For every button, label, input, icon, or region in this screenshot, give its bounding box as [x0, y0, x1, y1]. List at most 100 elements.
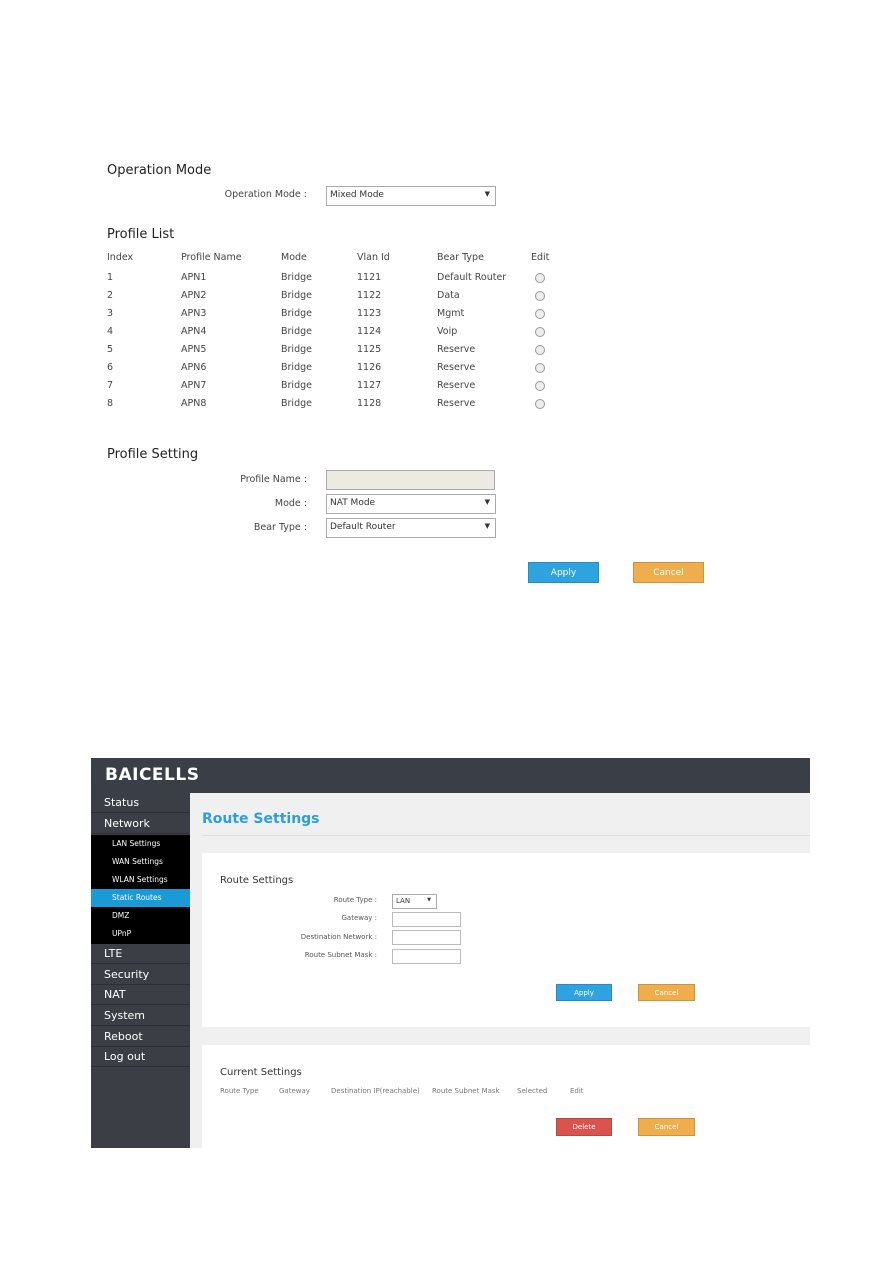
destination-network-input[interactable]	[392, 930, 461, 945]
sidebar: Status Network LTE Security NAT System Reboot L…	[91, 793, 190, 1148]
column-header: Profile Name	[181, 252, 242, 263]
profile-list-heading: Profile List	[107, 227, 175, 242]
route-type-select[interactable]: LAN ▼	[392, 894, 437, 909]
table-cell: Reserve	[437, 398, 476, 409]
sidebar-item-lte[interactable]: LTE	[91, 944, 190, 964]
table-cell: 1	[107, 272, 114, 283]
baicells-logo: BAICELLS	[105, 765, 200, 785]
edit-radio[interactable]	[535, 273, 545, 283]
divider	[202, 835, 810, 836]
column-header: Route Type	[220, 1087, 259, 1095]
table-cell: 1123	[357, 308, 382, 319]
table-cell: 1121	[357, 272, 382, 283]
table-cell: Reserve	[437, 344, 476, 355]
operation-mode-value: Mixed Mode	[330, 190, 384, 200]
current-cancel-button[interactable]: Cancel	[638, 1118, 695, 1136]
table-cell: Voip	[437, 326, 458, 337]
table-cell: APN8	[181, 398, 207, 409]
bear-type-label: Bear Type :	[253, 522, 307, 533]
caret-down-icon: ▼	[484, 190, 490, 198]
operation-mode-label: Operation Mode :	[224, 189, 307, 200]
table-cell: 6	[107, 362, 114, 373]
operation-mode-heading: Operation Mode	[107, 163, 212, 178]
mode-value: NAT Mode	[330, 498, 376, 508]
column-header: Destination IP(reachable)	[331, 1087, 420, 1095]
caret-down-icon: ▼	[484, 498, 490, 506]
column-header: Edit	[531, 252, 550, 263]
table-cell: APN7	[181, 380, 207, 391]
edit-radio[interactable]	[535, 399, 545, 409]
table-cell: Bridge	[281, 308, 312, 319]
table-cell: Default Router	[437, 272, 507, 283]
sidebar-subitem-upnp[interactable]: UPnP	[91, 925, 190, 943]
current-settings-heading: Current Settings	[220, 1067, 302, 1078]
cancel-button[interactable]: Cancel	[633, 562, 704, 583]
route-subnet-mask-input[interactable]	[392, 949, 461, 964]
sidebar-subitem-wan-settings[interactable]: WAN Settings	[91, 853, 190, 871]
edit-radio[interactable]	[535, 345, 545, 355]
table-cell: APN1	[181, 272, 207, 283]
sidebar-subitem-dmz[interactable]: DMZ	[91, 907, 190, 925]
gateway-input[interactable]	[392, 912, 461, 927]
sidebar-item-status[interactable]: Status	[91, 793, 190, 813]
table-cell: Reserve	[437, 380, 476, 391]
table-cell: Bridge	[281, 344, 312, 355]
edit-radio[interactable]	[535, 381, 545, 391]
table-cell: 1128	[357, 398, 382, 409]
table-cell: 7	[107, 380, 114, 391]
table-cell: 1122	[357, 290, 382, 301]
table-cell: Bridge	[281, 290, 312, 301]
bear-type-value: Default Router	[330, 522, 396, 532]
table-cell: 1125	[357, 344, 382, 355]
sidebar-item-network[interactable]: Network	[91, 814, 190, 834]
edit-radio[interactable]	[535, 363, 545, 373]
sidebar-item-reboot[interactable]: Reboot	[91, 1027, 190, 1047]
edit-radio[interactable]	[535, 327, 545, 337]
table-cell: Mgmt	[437, 308, 465, 319]
column-header: Gateway	[279, 1087, 310, 1095]
route-settings-heading: Route Settings	[220, 875, 294, 886]
table-cell: Bridge	[281, 398, 312, 409]
table-cell: Bridge	[281, 380, 312, 391]
page-title: Route Settings	[202, 811, 320, 827]
table-cell: APN4	[181, 326, 207, 337]
edit-radio[interactable]	[535, 291, 545, 301]
column-header: Bear Type	[437, 252, 484, 263]
table-cell: Bridge	[281, 326, 312, 337]
apply-button[interactable]: Apply	[528, 562, 599, 583]
route-apply-button[interactable]: Apply	[556, 984, 612, 1001]
profile-name-input[interactable]	[326, 470, 495, 490]
caret-down-icon: ▼	[427, 897, 431, 903]
sidebar-item-nat[interactable]: NAT	[91, 985, 190, 1005]
sidebar-subitem-wlan-settings[interactable]: WLAN Settings	[91, 871, 190, 889]
table-cell: APN2	[181, 290, 207, 301]
column-header: Mode	[281, 252, 307, 263]
route-settings-panel: Route Settings Route Type : LAN ▼ Gateway…	[202, 853, 810, 1027]
delete-button[interactable]: Delete	[556, 1118, 612, 1136]
route-cancel-button[interactable]: Cancel	[638, 984, 695, 1001]
top-bar: BAICELLS	[91, 758, 810, 793]
sidebar-item-security[interactable]: Security	[91, 965, 190, 985]
mode-select[interactable]: NAT Mode ▼	[326, 494, 496, 514]
column-header: Edit	[570, 1087, 584, 1095]
sidebar-item-log-out[interactable]: Log out	[91, 1047, 190, 1067]
table-cell: 2	[107, 290, 114, 301]
column-header: Vlan Id	[357, 252, 390, 263]
table-cell: Reserve	[437, 362, 476, 373]
router-screenshot: BAICELLS Status Network LTE Security NAT Syst…	[91, 758, 810, 1148]
current-settings-panel: Current Settings Route Type Gateway Destin…	[202, 1045, 810, 1148]
page: Operation Mode Operation Mode : Mixed Mo…	[0, 0, 893, 1263]
table-cell: APN3	[181, 308, 207, 319]
sidebar-subitem-static-routes[interactable]: Static Routes	[91, 889, 190, 907]
sidebar-item-system[interactable]: System	[91, 1006, 190, 1026]
gateway-label: Gateway :	[341, 914, 377, 922]
table-cell: 1126	[357, 362, 382, 373]
table-cell: Bridge	[281, 272, 312, 283]
table-cell: 1127	[357, 380, 382, 391]
route-type-label: Route Type :	[333, 896, 377, 904]
route-type-value: LAN	[396, 897, 411, 905]
edit-radio[interactable]	[535, 309, 545, 319]
operation-mode-select[interactable]: Mixed Mode ▼	[326, 186, 496, 206]
sidebar-subitem-lan-settings[interactable]: LAN Settings	[91, 835, 190, 853]
bear-type-select[interactable]: Default Router ▼	[326, 518, 496, 538]
